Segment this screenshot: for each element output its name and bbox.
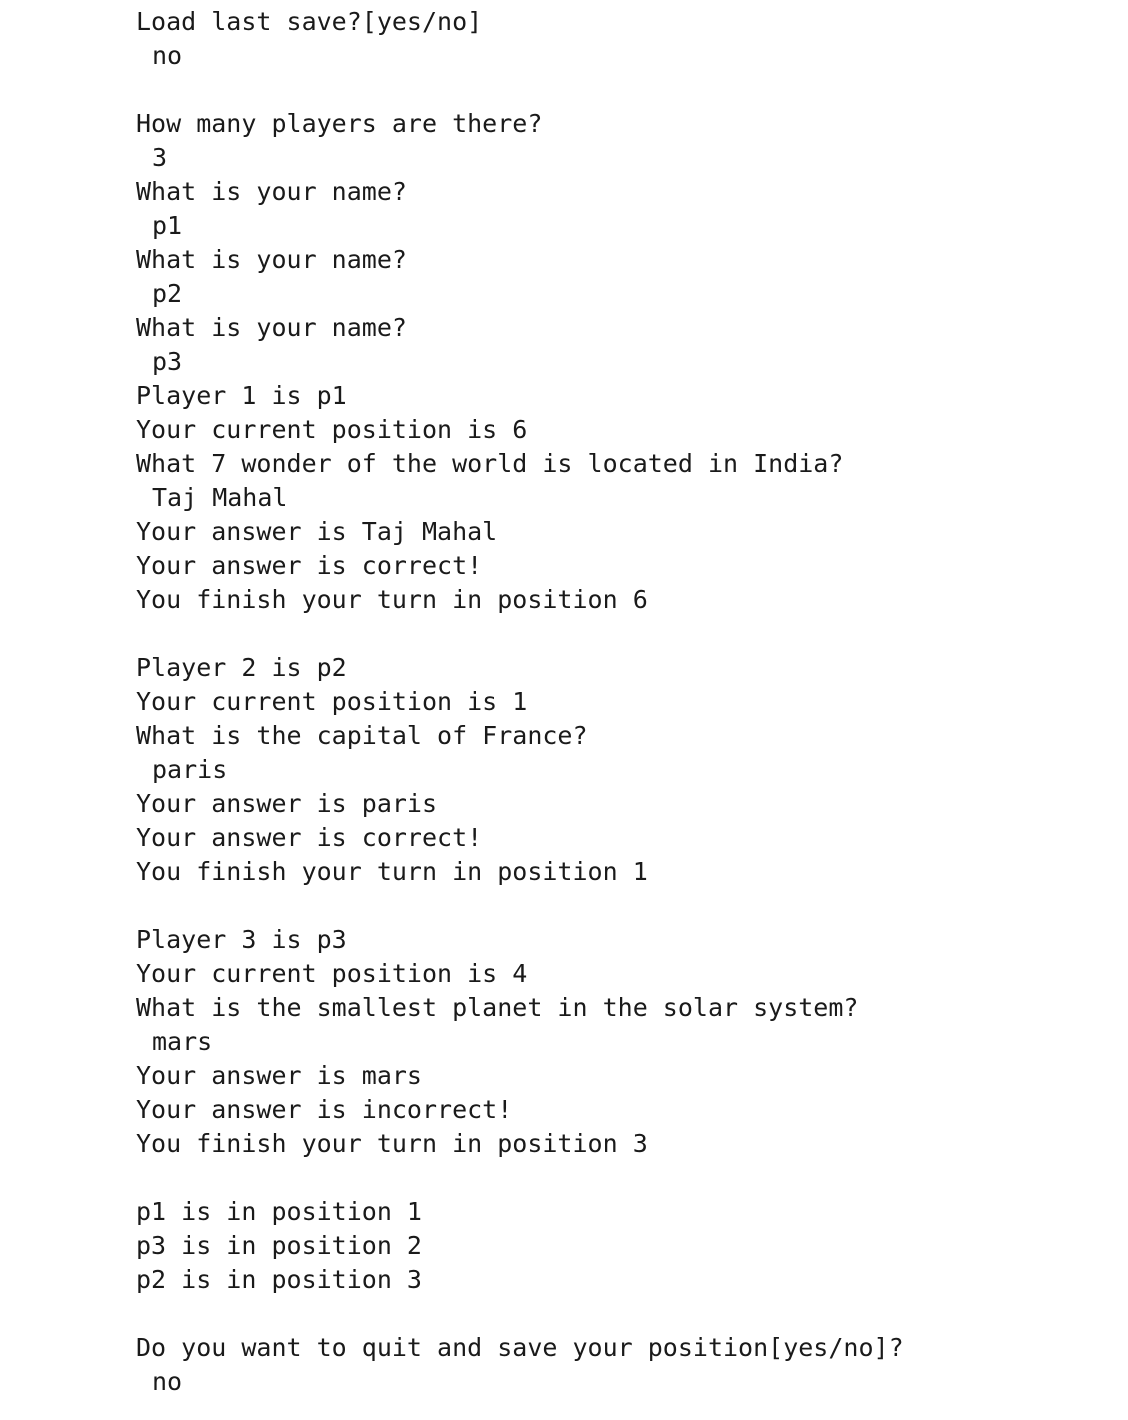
output-line: You finish your turn in position 1 — [136, 857, 648, 886]
output-line: Your answer is mars — [136, 1061, 422, 1090]
user-input-line: p2 — [152, 279, 183, 308]
output-line: p2 is in position 3 — [136, 1265, 422, 1294]
output-line: Player 2 is p2 — [136, 653, 347, 682]
user-input-line: p1 — [152, 211, 183, 240]
prompt-line: Do you want to quit and save your positi… — [136, 1333, 904, 1362]
prompt-line: Load last save?[yes/no] — [136, 7, 483, 36]
prompt-line: What is the capital of France? — [136, 721, 588, 750]
output-line: You finish your turn in position 3 — [136, 1129, 648, 1158]
prompt-line: What is your name? — [136, 177, 407, 206]
prompt-line: What is your name? — [136, 245, 407, 274]
output-line: p3 is in position 2 — [136, 1231, 422, 1260]
output-line: Your answer is correct! — [136, 823, 483, 852]
output-line: Your current position is 6 — [136, 415, 528, 444]
output-line: Player 3 is p3 — [136, 925, 347, 954]
output-line: You finish your turn in position 6 — [136, 585, 648, 614]
prompt-line: What is the smallest planet in the solar… — [136, 993, 859, 1022]
user-input-line: p3 — [152, 347, 183, 376]
output-line: p1 is in position 1 — [136, 1197, 422, 1226]
user-input-line: no — [152, 1367, 183, 1396]
output-line: Your answer is Taj Mahal — [136, 517, 498, 546]
console-output: Load last save?[yes/no] no How many player… — [136, 5, 1096, 1399]
output-line: Your current position is 4 — [136, 959, 528, 988]
output-line: Your current position is 1 — [136, 687, 528, 716]
user-input-line: paris — [152, 755, 228, 784]
user-input-line: 3 — [152, 143, 168, 172]
prompt-line: What is your name? — [136, 313, 407, 342]
user-input-line: Taj Mahal — [152, 483, 288, 512]
output-line: Player 1 is p1 — [136, 381, 347, 410]
output-line: Your answer is correct! — [136, 551, 483, 580]
prompt-line: How many players are there? — [136, 109, 543, 138]
output-line: Your answer is paris — [136, 789, 438, 818]
user-input-line: no — [152, 41, 183, 70]
output-line: Your answer is incorrect! — [136, 1095, 513, 1124]
prompt-line: What 7 wonder of the world is located in… — [136, 449, 844, 478]
user-input-line: mars — [152, 1027, 213, 1056]
